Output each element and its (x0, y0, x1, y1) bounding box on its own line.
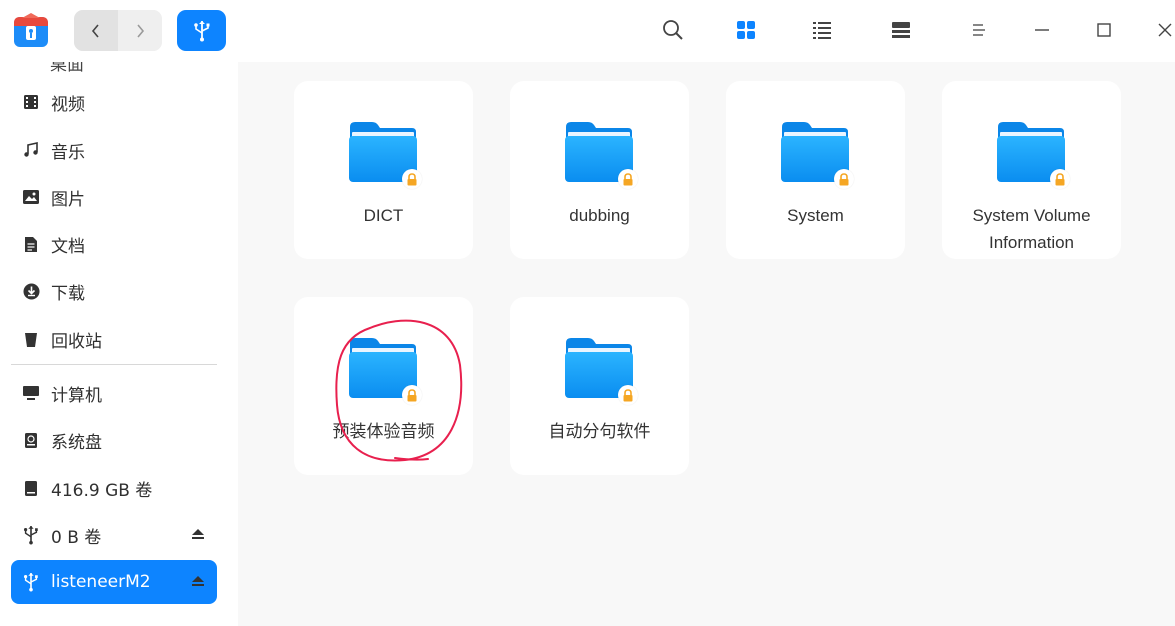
file-item[interactable]: dubbing (510, 81, 689, 259)
picture-icon (11, 175, 51, 219)
document-icon (11, 222, 51, 266)
sidebar-item-listeneerm2[interactable]: listeneerM2 (11, 560, 217, 604)
menu-icon (973, 24, 985, 36)
usb-icon (11, 513, 51, 557)
eject-icon[interactable] (191, 574, 205, 588)
sidebar-item-label: 音乐 (51, 142, 85, 163)
eject-icon[interactable] (191, 527, 205, 541)
sidebar-item-volume-0b[interactable]: 0 B 卷 (11, 513, 217, 557)
sidebar-item-label: 416.9 GB 卷 (51, 480, 153, 501)
download-icon (11, 269, 51, 313)
usb-icon (193, 20, 209, 41)
sidebar-item-label: 0 B 卷 (51, 527, 102, 548)
file-grid: DICT dubbing System System Volume Informati… (238, 62, 1175, 626)
file-manager-logo-icon (12, 12, 50, 50)
sidebar-item-system-disk[interactable]: 系统盘 (11, 418, 217, 462)
sidebar-item-music[interactable]: 音乐 (11, 128, 217, 172)
back-button[interactable] (74, 10, 118, 51)
lock-icon (402, 385, 422, 405)
drive-icon (11, 466, 51, 510)
file-name: System Volume Information (972, 206, 1091, 252)
minimize-button[interactable] (1027, 15, 1057, 45)
title-bar (0, 0, 1175, 62)
sidebar-item-label: 文档 (51, 236, 85, 257)
lock-icon (834, 169, 854, 189)
sidebar-item-documents[interactable]: 文档 (11, 222, 217, 266)
forward-button[interactable] (118, 10, 162, 51)
minimize-icon (1035, 29, 1049, 31)
tree-view-button[interactable] (886, 15, 916, 45)
sidebar-item-desktop-partial[interactable]: 桌面 (50, 62, 84, 75)
sidebar-item-downloads[interactable]: 下载 (11, 269, 217, 313)
list-view-icon (813, 22, 831, 39)
file-item[interactable]: DICT (294, 81, 473, 259)
sidebar-item-label: listeneerM2 (51, 572, 151, 592)
main-menu-button[interactable] (964, 15, 994, 45)
sidebar-item-pictures[interactable]: 图片 (11, 175, 217, 219)
system-disk-icon (11, 418, 51, 462)
maximize-button[interactable] (1089, 15, 1119, 45)
sidebar-item-label: 视频 (51, 94, 85, 115)
breadcrumb-usb-button[interactable] (177, 10, 226, 51)
navigation-buttons (74, 10, 162, 51)
usb-icon (11, 560, 51, 604)
sidebar-item-label: 回收站 (51, 331, 102, 352)
sidebar-item-computer[interactable]: 计算机 (11, 371, 217, 415)
list-view-button[interactable] (807, 15, 837, 45)
icon-view-icon (737, 21, 755, 39)
file-item[interactable]: System Volume Information (942, 81, 1121, 259)
file-item[interactable]: 预装体验音频 (294, 297, 473, 475)
video-icon (11, 80, 51, 124)
trash-icon (11, 317, 51, 361)
file-name: 自动分句软件 (548, 422, 651, 441)
sidebar: 桌面 视频 音乐 图片 文档 下载 回收站 计算机 系统盘 416.9 GB 卷… (0, 62, 238, 626)
close-icon (1158, 23, 1172, 37)
file-name: DICT (363, 206, 404, 225)
icon-view-button[interactable] (731, 15, 761, 45)
maximize-icon (1097, 23, 1111, 37)
sidebar-item-label: 系统盘 (51, 432, 102, 453)
sidebar-item-label: 下载 (51, 283, 85, 304)
sidebar-item-videos[interactable]: 视频 (11, 80, 217, 124)
file-name: dubbing (569, 206, 630, 225)
lock-icon (618, 169, 638, 189)
sidebar-divider (11, 364, 217, 365)
file-item[interactable]: System (726, 81, 905, 259)
sidebar-item-volume-416gb[interactable]: 416.9 GB 卷 (11, 466, 217, 510)
sidebar-item-label: 图片 (51, 189, 85, 210)
sidebar-item-trash[interactable]: 回收站 (11, 317, 217, 361)
music-icon (11, 128, 51, 172)
file-name: 预装体验音频 (332, 422, 435, 441)
sidebar-item-label: 计算机 (51, 385, 102, 406)
file-item[interactable]: 自动分句软件 (510, 297, 689, 475)
computer-icon (11, 371, 51, 415)
search-button[interactable] (658, 15, 688, 45)
lock-icon (618, 385, 638, 405)
tree-view-icon (892, 22, 910, 38)
chevron-right-icon (137, 23, 145, 38)
lock-icon (402, 169, 422, 189)
lock-icon (1050, 169, 1070, 189)
search-icon (663, 20, 683, 40)
file-name: System (787, 206, 844, 225)
chevron-left-icon (91, 23, 99, 38)
close-button[interactable] (1150, 15, 1175, 45)
